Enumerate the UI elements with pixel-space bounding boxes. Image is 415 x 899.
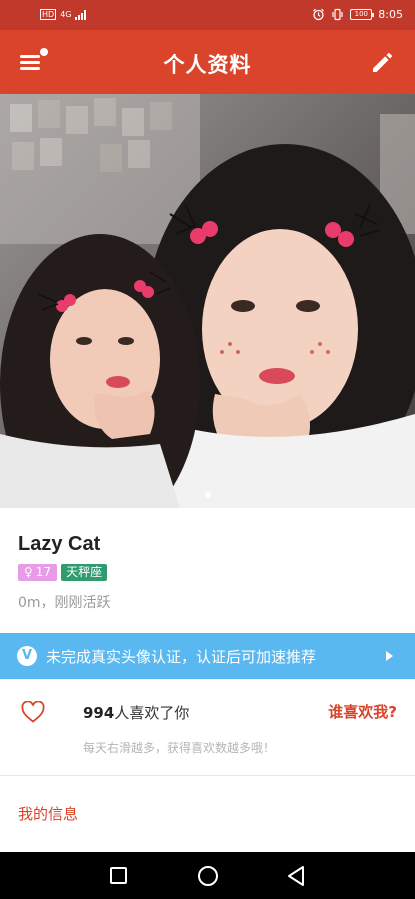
back-button[interactable] <box>286 865 306 887</box>
verified-icon: V <box>17 646 37 666</box>
battery-icon: 100 <box>350 9 375 20</box>
page-title: 个人资料 <box>163 53 252 77</box>
edit-icon[interactable] <box>369 48 397 76</box>
my-info-section[interactable]: 我的信息 <box>18 803 78 824</box>
status-right: 100 8:05 <box>312 8 403 21</box>
female-icon: ♀ <box>24 565 33 579</box>
likes-suffix: 人喜欢了你 <box>114 704 190 722</box>
age-label: 17 <box>35 565 52 579</box>
status-left: HD 4G <box>40 9 87 20</box>
home-button[interactable] <box>198 866 218 886</box>
who-likes-me-link[interactable]: 谁喜欢我? <box>328 701 397 722</box>
status-bar: HD 4G 100 8:05 <box>0 0 415 30</box>
likes-count-line: 994人喜欢了你 <box>83 702 189 723</box>
photo-pager <box>0 492 415 498</box>
profile-photo[interactable] <box>0 94 415 508</box>
arrow-right-icon <box>386 651 393 661</box>
zodiac-badge: 天秤座 <box>61 564 108 581</box>
likes-section: 994人喜欢了你 谁喜欢我? 每天右滑越多，获得喜欢数越多哦！ <box>0 679 415 776</box>
recent-apps-button[interactable] <box>110 867 127 884</box>
profile-name: Lazy Cat <box>18 533 101 555</box>
clock: 8:05 <box>378 8 403 21</box>
system-nav-bar <box>0 852 415 899</box>
profile-badges: ♀ 17 天秤座 <box>18 564 108 581</box>
profile-photo-image <box>0 94 415 508</box>
likes-count: 994 <box>83 704 115 722</box>
likes-tip: 每天右滑越多，获得喜欢数越多哦！ <box>83 741 276 755</box>
signal-icon <box>75 9 87 20</box>
network-type: 4G <box>60 10 72 19</box>
heart-icon[interactable] <box>21 701 45 723</box>
verify-banner-text: 未完成真实头像认证，认证后可加速推荐 <box>46 647 317 666</box>
pager-dot-active <box>204 492 211 498</box>
hd-indicator: HD <box>40 9 57 20</box>
gender-age-badge: ♀ 17 <box>18 564 58 581</box>
alarm-icon <box>313 8 325 21</box>
distance-activity: 0m，刚刚活跃 <box>18 595 111 611</box>
vibrate-icon <box>332 8 343 21</box>
app-header: 个人资料 <box>0 30 415 94</box>
verify-banner[interactable]: V 未完成真实头像认证，认证后可加速推荐 <box>0 633 415 679</box>
